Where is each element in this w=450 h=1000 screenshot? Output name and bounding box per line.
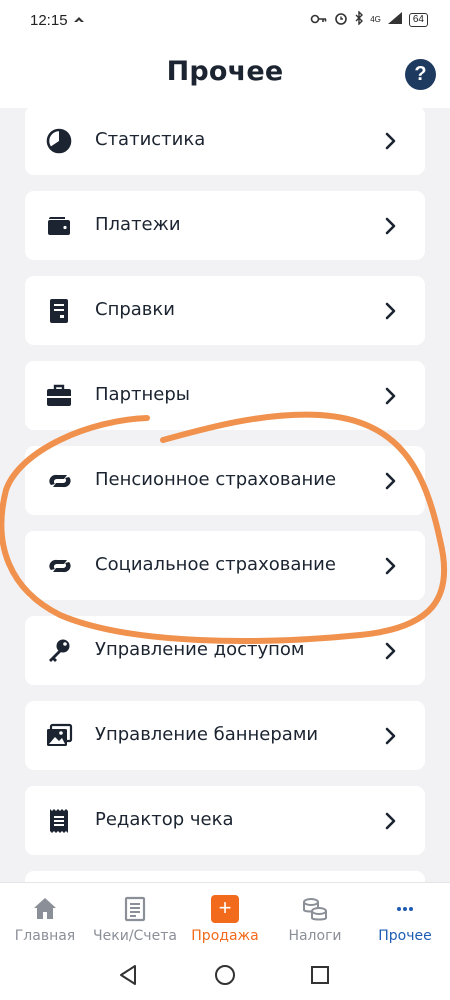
status-icons: 4G 64 [310, 10, 428, 28]
chevron-right-icon [385, 557, 397, 575]
home-circle-icon[interactable] [214, 964, 236, 991]
menu-item-label: Управление доступом [95, 639, 305, 660]
menu-item-partial[interactable] [25, 871, 425, 882]
chevron-right-icon [385, 302, 397, 320]
home-icon [31, 895, 59, 923]
nav-label: Продажа [191, 928, 259, 944]
nav-home[interactable]: Главная [0, 883, 90, 953]
recents-icon[interactable] [310, 965, 330, 990]
sfr-logo-icon [45, 467, 73, 495]
menu-item-label: Социальное страхование [95, 554, 336, 575]
more-icon [391, 895, 419, 923]
chevron-right-icon [385, 217, 397, 235]
menu-item-receipt-editor[interactable]: Редактор чека [25, 786, 425, 855]
receipt-icon [45, 807, 73, 835]
chevron-right-icon [385, 642, 397, 660]
nav-label: Главная [14, 928, 76, 944]
menu-item-pension-insurance[interactable]: Пенсионное страхование [25, 446, 425, 515]
menu-item-label: Партнеры [95, 384, 190, 405]
sfr-logo-icon [45, 552, 73, 580]
signal-icon [387, 11, 403, 28]
briefcase-icon [45, 382, 73, 410]
menu-item-partners[interactable]: Партнеры [25, 361, 425, 430]
back-icon[interactable] [118, 964, 138, 991]
menu-item-label: Пенсионное страхование [95, 469, 337, 490]
menu-item-label: Статистика [95, 129, 206, 150]
menu-item-banner-management[interactable]: Управление баннерами [25, 701, 425, 770]
bottom-nav: Главная Чеки/Счета + Продажа Налоги Проч… [0, 882, 450, 952]
menu-item-certificates[interactable]: Справки [25, 276, 425, 345]
menu-list: Статистика Платежи Справки Партнеры Пенс… [0, 108, 450, 882]
menu-item-social-insurance[interactable]: Социальное страхование [25, 531, 425, 600]
status-time: 12:15 [30, 12, 68, 29]
chevron-right-icon [385, 387, 397, 405]
menu-item-label: Управление баннерами [95, 724, 319, 745]
nav-label: Налоги [288, 928, 342, 944]
page-title: Прочее [166, 56, 284, 87]
plus-icon: + [211, 895, 239, 923]
system-nav-bar [0, 952, 450, 1000]
chevron-right-icon [385, 812, 397, 830]
nav-taxes[interactable]: Налоги [270, 883, 360, 953]
menu-item-label: Редактор чека [95, 809, 234, 830]
chevron-right-icon [385, 472, 397, 490]
image-icon [45, 722, 73, 750]
menu-item-payments[interactable]: Платежи [25, 191, 425, 260]
key-status-icon [310, 12, 328, 28]
nav-more[interactable]: Прочее [360, 883, 450, 953]
battery-indicator: 64 [408, 12, 428, 27]
menu-item-access-management[interactable]: Управление доступом [25, 616, 425, 685]
menu-item-statistics[interactable]: Статистика [25, 108, 425, 175]
chevron-right-icon [385, 727, 397, 745]
nav-receipts[interactable]: Чеки/Счета [90, 883, 180, 953]
pie-chart-icon [45, 127, 73, 155]
status-bar: 12:15 4G 64 [0, 0, 450, 42]
chevron-right-icon [385, 132, 397, 150]
notification-icon [72, 13, 86, 30]
bluetooth-icon [354, 10, 364, 28]
help-button[interactable]: ? [405, 59, 436, 90]
nav-label: Прочее [378, 928, 432, 944]
alarm-icon [334, 11, 348, 28]
network-label: 4G [370, 15, 381, 24]
nav-sell[interactable]: + Продажа [180, 883, 270, 953]
menu-item-label: Справки [95, 299, 175, 320]
coins-icon [301, 895, 329, 923]
page-header: Прочее ? [0, 42, 450, 108]
wallet-icon [45, 212, 73, 240]
nav-label: Чеки/Счета [93, 928, 177, 944]
receipt-list-icon [121, 895, 149, 923]
key-icon [45, 637, 73, 665]
document-icon [45, 297, 73, 325]
menu-item-label: Платежи [95, 214, 181, 235]
